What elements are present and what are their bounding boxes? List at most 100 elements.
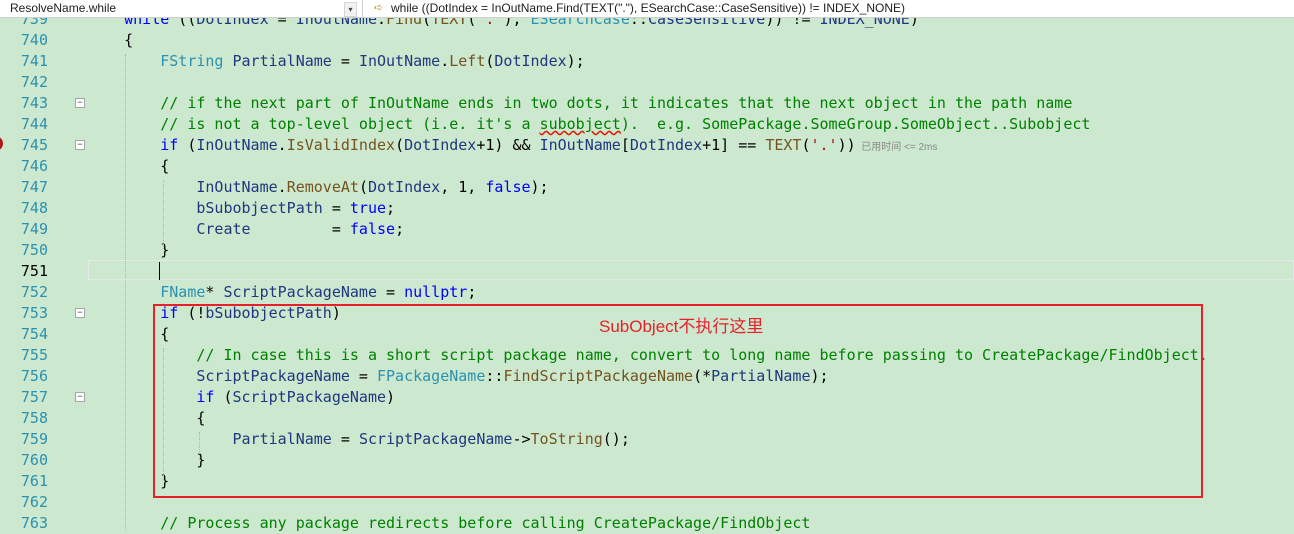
- line-number: 755: [20, 346, 48, 364]
- perf-tip[interactable]: 已用时间 <= 2ms: [856, 142, 937, 153]
- code-token: =: [331, 52, 359, 70]
- code-token: ). e.g. SomePackage.SomeGroup.SomeObject…: [620, 115, 1091, 133]
- code-text: if (!bSubobjectPath): [88, 303, 341, 324]
- collapse-icon[interactable]: −: [75, 140, 85, 150]
- code-token: '.': [810, 136, 838, 154]
- chevron-down-icon[interactable]: ▾: [344, 2, 357, 17]
- code-token: // if the next part of InOutName ends in…: [88, 94, 1073, 112]
- line-number: 744: [20, 115, 48, 133]
- code-token: bSubobjectPath: [88, 199, 323, 217]
- code-token: true: [349, 199, 387, 217]
- code-text: // In case this is a short script packag…: [88, 345, 1208, 366]
- code-token: ::: [485, 367, 504, 385]
- code-line[interactable]: 750 }: [0, 240, 1294, 261]
- code-token: ScriptPackageName: [88, 367, 350, 385]
- text-caret: [159, 262, 160, 280]
- code-line[interactable]: 761 }: [0, 471, 1294, 492]
- code-text: }: [88, 471, 169, 492]
- line-number: 751: [20, 262, 48, 280]
- code-text: bSubobjectPath = true;: [88, 198, 395, 219]
- line-number: 752: [20, 283, 48, 301]
- code-token: =: [322, 199, 350, 217]
- code-line[interactable]: 752 FName* ScriptPackageName = nullptr;: [0, 282, 1294, 303]
- code-text: Create = false;: [88, 219, 404, 240]
- code-text: }: [88, 450, 205, 471]
- code-token: DotIndex: [404, 136, 477, 154]
- line-number: 760: [20, 451, 48, 469]
- code-token: ();: [602, 430, 630, 448]
- code-token: RemoveAt: [286, 178, 359, 196]
- code-line[interactable]: 762: [0, 492, 1294, 513]
- code-token: }: [88, 472, 170, 490]
- code-token: IsValidIndex: [286, 136, 396, 154]
- code-line[interactable]: 749 Create = false;: [0, 219, 1294, 240]
- code-token: =: [377, 283, 405, 301]
- code-line[interactable]: 763 // Process any package redirects bef…: [0, 513, 1294, 534]
- code-line[interactable]: 747 InOutName.RemoveAt(DotIndex, 1, fals…: [0, 177, 1294, 198]
- code-token: (!: [178, 304, 206, 322]
- code-line[interactable]: 748 bSubobjectPath = true;: [0, 198, 1294, 219]
- code-token: if: [88, 304, 179, 322]
- code-line[interactable]: 758 {: [0, 408, 1294, 429]
- code-text: InOutName.RemoveAt(DotIndex, 1, false);: [88, 177, 549, 198]
- line-number: 761: [20, 472, 48, 490]
- code-line[interactable]: 755 // In case this is a short script pa…: [0, 345, 1294, 366]
- code-line[interactable]: 744 // is not a top-level object (i.e. i…: [0, 114, 1294, 135]
- code-token: if: [88, 388, 215, 406]
- code-token: ): [331, 304, 341, 322]
- code-token: if: [88, 136, 179, 154]
- collapse-icon[interactable]: −: [75, 98, 85, 108]
- line-number: 749: [20, 220, 48, 238]
- code-token: );: [566, 52, 585, 70]
- code-token: false: [485, 178, 531, 196]
- line-number: 753: [20, 304, 48, 322]
- line-number: 745: [20, 136, 48, 154]
- code-editor[interactable]: 739 while ((DotIndex = InOutName.Find(TE…: [0, 0, 1294, 532]
- code-token: )): [837, 136, 856, 154]
- line-number: 746: [20, 157, 48, 175]
- code-line[interactable]: 757 − if (ScriptPackageName): [0, 387, 1294, 408]
- code-token: // is not a top-level object (i.e. it's …: [88, 115, 540, 133]
- code-token: subobject: [539, 115, 621, 133]
- code-line[interactable]: 745− if (InOutName.IsValidIndex(DotIndex…: [0, 135, 1294, 156]
- collapse-icon[interactable]: −: [75, 392, 85, 402]
- code-text: {: [88, 156, 169, 177]
- code-line[interactable]: 760 }: [0, 450, 1294, 471]
- current-line-highlight: [88, 260, 1294, 280]
- code-token: DotIndex: [629, 136, 703, 154]
- code-token: ScriptPackageName: [232, 388, 387, 406]
- code-line[interactable]: 740 {: [0, 30, 1294, 51]
- code-token: ->: [512, 430, 531, 448]
- line-number: 741: [20, 52, 48, 70]
- code-text: // is not a top-level object (i.e. it's …: [88, 114, 1090, 135]
- navbar-splitter[interactable]: [362, 0, 363, 17]
- code-token: ScriptPackageName: [358, 430, 513, 448]
- code-token: +1] ==: [702, 136, 766, 154]
- code-token: PartialName: [88, 430, 332, 448]
- code-token: ;: [386, 199, 396, 217]
- code-token: =: [250, 220, 350, 238]
- code-token: );: [530, 178, 549, 196]
- code-line[interactable]: 741 FString PartialName = InOutName.Left…: [0, 51, 1294, 72]
- code-line[interactable]: 743 − // if the next part of InOutName en…: [0, 93, 1294, 114]
- code-line[interactable]: 742: [0, 72, 1294, 93]
- code-token: (: [214, 388, 233, 406]
- code-text: PartialName = ScriptPackageName->ToStrin…: [88, 429, 630, 450]
- code-token: ScriptPackageName: [223, 283, 377, 301]
- code-token: FString: [88, 52, 224, 70]
- line-number: 743: [20, 94, 48, 112]
- collapse-icon[interactable]: −: [75, 308, 85, 318]
- scope-dropdown[interactable]: ResolveName.while ▾: [0, 0, 364, 17]
- member-dropdown[interactable]: ➪ while ((DotIndex = InOutName.Find(TEXT…: [364, 0, 1294, 17]
- code-token: PartialName: [711, 367, 811, 385]
- code-token: Create: [88, 220, 251, 238]
- code-line[interactable]: 746 {: [0, 156, 1294, 177]
- code-text: ScriptPackageName = FPackageName::FindSc…: [88, 366, 828, 387]
- code-token: // In case this is a short script packag…: [88, 346, 1208, 364]
- code-token: +1) &&: [476, 136, 540, 154]
- code-text: FString PartialName = InOutName.Left(Dot…: [88, 51, 585, 72]
- code-line[interactable]: 759 PartialName = ScriptPackageName->ToS…: [0, 429, 1294, 450]
- code-line[interactable]: 756 ScriptPackageName = FPackageName::Fi…: [0, 366, 1294, 387]
- code-token: InOutName: [358, 52, 441, 70]
- arrow-right-icon: ➪: [374, 2, 384, 14]
